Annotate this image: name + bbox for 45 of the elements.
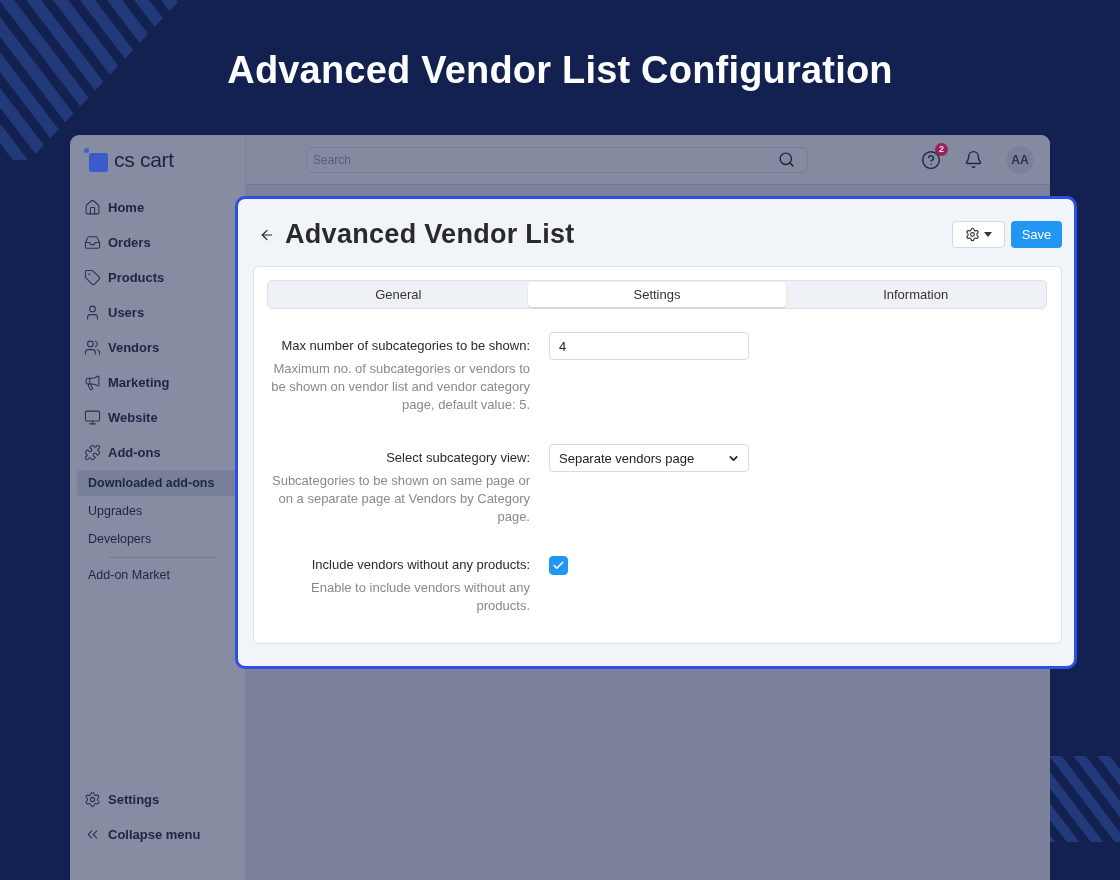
- sidebar-item[interactable]: Add-ons: [70, 435, 245, 470]
- text-input[interactable]: 4: [549, 332, 749, 360]
- user-icon: [84, 304, 101, 321]
- page-heading: Advanced Vendor List Configuration: [227, 48, 893, 93]
- save-button[interactable]: Save: [1011, 221, 1062, 248]
- house-icon: [84, 199, 101, 216]
- tab[interactable]: Settings: [527, 282, 787, 307]
- avatar[interactable]: AA: [1006, 145, 1034, 174]
- sidebar-item[interactable]: Website: [70, 400, 245, 435]
- caret-icon: [984, 232, 992, 237]
- sidebar-item[interactable]: Collapse menu: [70, 817, 245, 852]
- gear-icon: [965, 227, 980, 242]
- checkmark-icon: [552, 559, 565, 572]
- setting-description: Subcategories to be shown on same page or on a separate page at Vendors by Category page.: [271, 472, 530, 526]
- puzzle-icon: [84, 444, 101, 461]
- sidebar-item[interactable]: Users: [70, 295, 245, 330]
- notification-badge: 2: [935, 142, 948, 156]
- search-icon[interactable]: [778, 150, 795, 168]
- modal-title: Advanced Vendor List: [285, 219, 575, 250]
- sidebar-item[interactable]: Vendors: [70, 330, 245, 365]
- logo-text: cs cart: [114, 148, 174, 172]
- dropdown-select[interactable]: Separate vendors page: [549, 444, 749, 472]
- logo-icon: [84, 148, 108, 172]
- tag-icon: [84, 269, 101, 286]
- sidebar-item[interactable]: Products: [70, 260, 245, 295]
- sidebar-item[interactable]: Settings: [70, 782, 245, 817]
- megaphone-icon: [84, 374, 101, 391]
- monitor-icon: [84, 409, 101, 426]
- sidebar-item[interactable]: Home: [70, 190, 245, 225]
- sidebar-item[interactable]: Marketing: [70, 365, 245, 400]
- inbox-icon: [84, 234, 101, 251]
- setting-label: Select subcategory view:: [385, 449, 530, 467]
- setting-description: Maximum no. of subcategories or vendors to be shown on vendor list and vendor category page, default value: 5.: [270, 360, 530, 414]
- question-circle-icon[interactable]: [921, 149, 941, 170]
- settings-dropdown-button[interactable]: [952, 221, 1005, 248]
- sidebar-item[interactable]: Orders: [70, 225, 245, 260]
- users-icon: [84, 339, 101, 356]
- tab[interactable]: General: [269, 282, 528, 307]
- checkbox[interactable]: [549, 556, 568, 575]
- setting-label: Include vendors without any products:: [310, 556, 530, 574]
- setting-description: Enable to include vendors without any products.: [310, 579, 530, 615]
- bell-icon[interactable]: [964, 150, 983, 169]
- gear-icon: [84, 791, 101, 808]
- setting-label: Max number of subcategories to be shown:: [280, 337, 530, 355]
- tab[interactable]: Information: [786, 282, 1045, 307]
